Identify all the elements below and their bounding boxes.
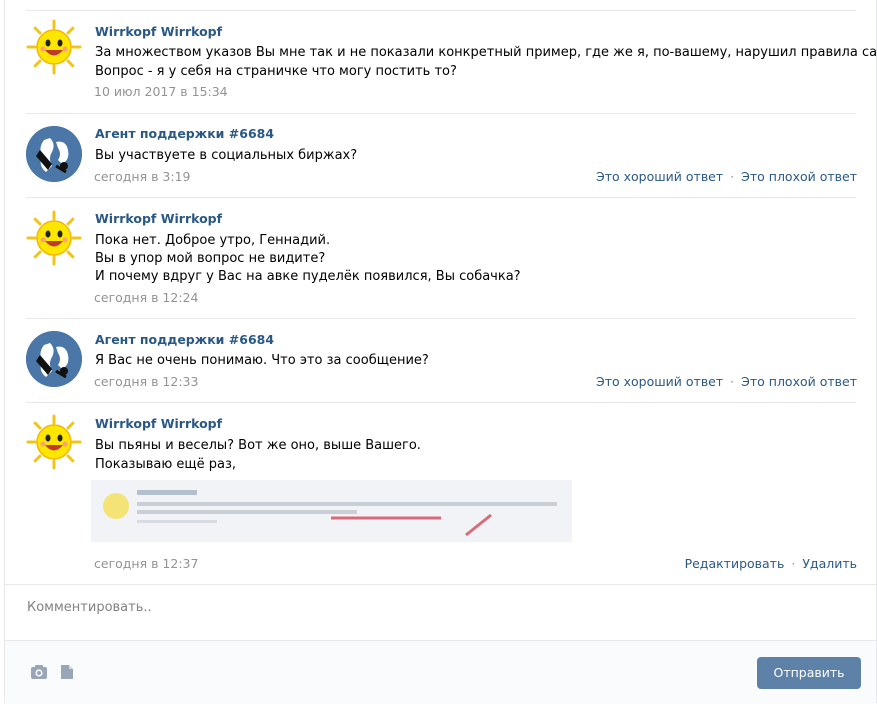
poodle-avatar[interactable] (26, 331, 82, 387)
author-name[interactable]: Wirrkopf Wirrkopf (95, 24, 222, 39)
rating-actions: Это хороший ответ · Это плохой ответ (595, 374, 857, 389)
poodle-avatar[interactable] (26, 126, 82, 182)
good-answer-link[interactable]: Это хороший ответ (596, 374, 723, 389)
send-button[interactable]: Отправить (757, 657, 861, 689)
message-text: За множеством указов Вы мне так и не пок… (95, 45, 877, 60)
comment-input[interactable]: Комментировать.. (27, 600, 152, 615)
message-text: И почему вдруг у Вас на авке пуделёк поя… (95, 269, 521, 284)
message-text: Я Вас не очень понимаю. Что это за сообщ… (95, 353, 429, 368)
sun-avatar[interactable] (26, 210, 82, 266)
message-text: Вопрос - я у себя на страничке что могу … (95, 64, 457, 79)
delete-link[interactable]: Удалить (802, 556, 857, 571)
bad-answer-link[interactable]: Это плохой ответ (741, 169, 857, 184)
document-icon[interactable] (60, 664, 74, 684)
author-name[interactable]: Wirrkopf Wirrkopf (95, 416, 222, 431)
message-text: Показываю ещё раз, (95, 457, 237, 472)
message-text: Вы пьяны и веселы? Вот же оно, выше Ваше… (95, 438, 421, 453)
sun-avatar[interactable] (26, 414, 82, 470)
composer-toolbar (5, 640, 876, 704)
author-name[interactable]: Агент поддержки #6684 (95, 332, 274, 347)
message-text: Пока нет. Доброе утро, Геннадий. (95, 233, 331, 248)
sun-avatar[interactable] (26, 19, 82, 75)
divider (26, 318, 856, 319)
divider (26, 402, 856, 403)
edit-link[interactable]: Редактировать (685, 556, 785, 571)
message-date[interactable]: 10 июл 2017 в 15:34 (94, 84, 228, 99)
camera-icon[interactable] (30, 664, 48, 684)
rating-actions: Это хороший ответ · Это плохой ответ (595, 169, 857, 184)
divider (26, 10, 856, 11)
message-text: Вы в упор мой вопрос не видите? (95, 251, 326, 266)
message-date[interactable]: сегодня в 3:19 (94, 169, 191, 184)
message-text: Вы участвуете в социальных биржах? (95, 148, 358, 163)
bad-answer-link[interactable]: Это плохой ответ (741, 374, 857, 389)
divider (26, 197, 856, 198)
author-name[interactable]: Агент поддержки #6684 (95, 126, 274, 141)
message-date[interactable]: сегодня в 12:37 (94, 556, 198, 571)
divider (26, 113, 856, 114)
author-name[interactable]: Wirrkopf Wirrkopf (95, 211, 222, 226)
message-date[interactable]: сегодня в 12:24 (94, 290, 198, 305)
message-date[interactable]: сегодня в 12:33 (94, 374, 198, 389)
attached-screenshot[interactable] (91, 480, 572, 542)
good-answer-link[interactable]: Это хороший ответ (596, 169, 723, 184)
composer-divider (5, 584, 876, 585)
support-ticket-thread: Wirrkopf Wirrkopf За множеством указов В… (4, 0, 877, 704)
own-message-actions: Редактировать · Удалить (684, 556, 857, 571)
